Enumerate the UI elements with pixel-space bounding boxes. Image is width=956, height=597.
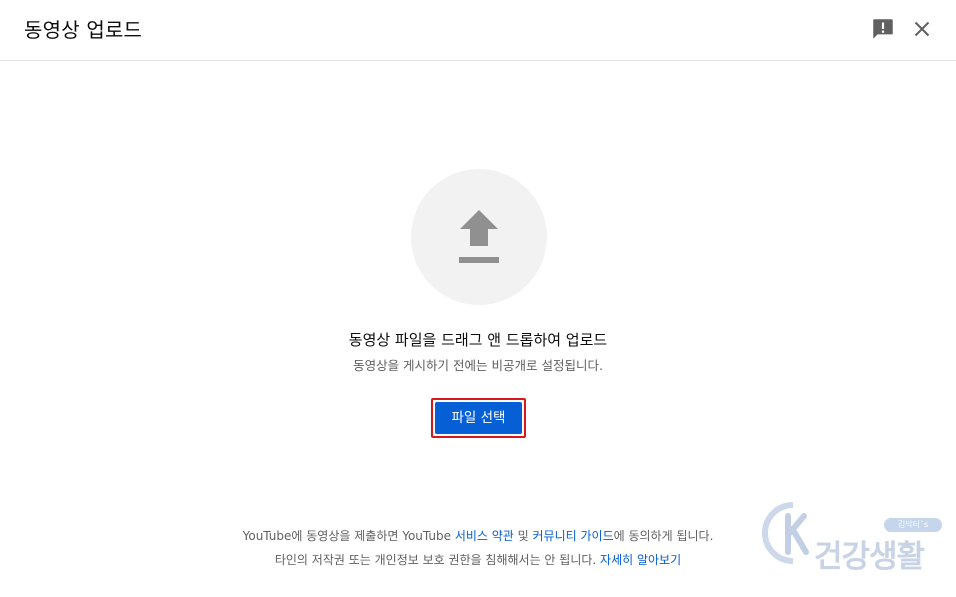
footer-text: YouTube에 동영상을 제출하면 YouTube	[242, 529, 455, 543]
watermark-text: 건강생활	[814, 539, 925, 575]
watermark: 건강생활 김닥터`s	[760, 500, 950, 580]
watermark-badge: 김닥터`s	[884, 518, 942, 532]
close-icon	[914, 21, 930, 37]
footer-text: 에 동의하게 됩니다.	[613, 529, 714, 543]
dialog-title: 동영상 업로드	[24, 18, 143, 42]
footer-text: 및	[513, 529, 533, 543]
feedback-button[interactable]	[870, 16, 896, 42]
dialog-header: 동영상 업로드	[0, 0, 956, 61]
upload-drop-zone[interactable]	[411, 169, 547, 305]
drag-drop-text: 동영상 파일을 드래그 앤 드롭하여 업로드	[348, 331, 608, 349]
footer-text: 타인의 저작권 또는 개인정보 보호 권한을 침해해서는 안 됩니다.	[274, 553, 601, 567]
feedback-icon	[873, 19, 893, 39]
select-button-highlight: 파일 선택	[431, 398, 526, 438]
upload-arrow-icon	[459, 210, 499, 263]
learn-more-link[interactable]: 자세히 알아보기	[600, 553, 681, 567]
close-button[interactable]	[909, 16, 935, 42]
select-files-button[interactable]: 파일 선택	[435, 402, 522, 434]
private-notice-text: 동영상을 게시하기 전에는 비공개로 설정됩니다.	[353, 358, 603, 373]
community-guidelines-link[interactable]: 커뮤니티 가이드	[533, 529, 614, 543]
upload-dialog: 동영상 업로드 동영상 파일을 드래그 앤 드롭하여 업로드 동영상을 게시하기…	[0, 0, 956, 597]
terms-of-service-link[interactable]: 서비스 약관	[455, 529, 514, 543]
